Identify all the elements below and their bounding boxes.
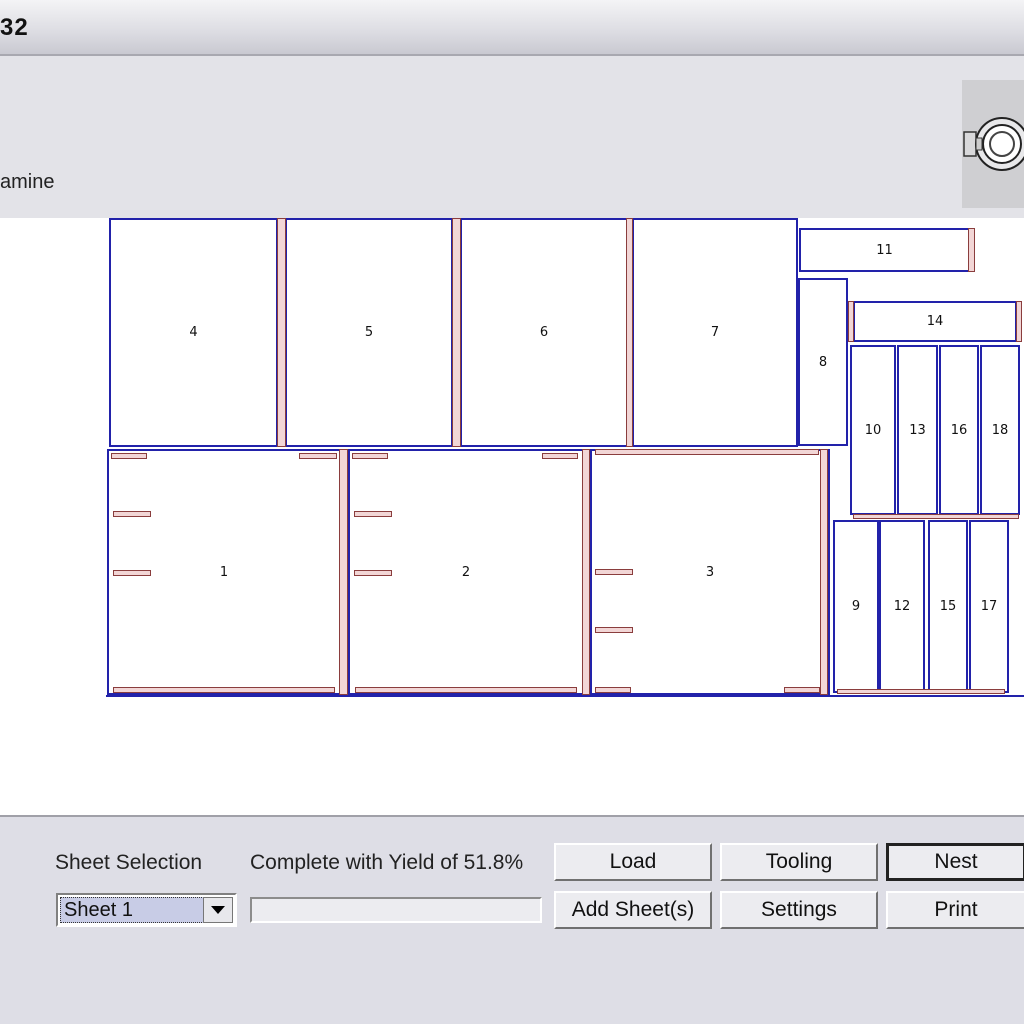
edge-band [820,449,828,695]
edge-band [354,511,392,517]
edge-band [113,687,335,693]
edge-band [113,511,151,517]
edge-band [277,218,286,447]
sheet-select[interactable]: Sheet 1 [56,893,237,927]
nest-part-14[interactable]: 14 [853,301,1017,342]
nest-part-7[interactable]: 7 [632,218,798,447]
round-logo-icon [962,80,1024,208]
nest-part-12[interactable]: 12 [879,520,925,693]
progress-bar [250,897,542,923]
edge-band [853,514,1019,519]
sheet-select-value: Sheet 1 [60,897,204,923]
nest-part-17[interactable]: 17 [969,520,1009,693]
nest-part-4[interactable]: 4 [109,218,278,447]
edge-band [784,687,820,693]
print-button[interactable]: Print [886,891,1024,929]
edge-band [1016,301,1022,342]
nest-part-9[interactable]: 9 [833,520,879,693]
sheet-outline [106,695,1024,697]
edge-band [595,627,633,633]
nest-part-6[interactable]: 6 [460,218,628,447]
nest-button[interactable]: Nest [886,843,1024,881]
nest-part-15[interactable]: 15 [928,520,968,693]
edge-band [542,453,578,459]
edge-band [299,453,337,459]
title-bar: 32 [0,0,1024,56]
edge-band [595,569,633,575]
sheet-selection-label: Sheet Selection [55,851,203,874]
nest-part-5[interactable]: 5 [285,218,453,447]
window-title: 32 [0,14,29,41]
nest-part-16[interactable]: 16 [939,345,979,515]
material-label: amine [0,171,55,193]
edge-band [354,570,392,576]
edge-band [837,689,1005,694]
chevron-down-icon[interactable] [203,897,233,923]
load-button[interactable]: Load [554,843,712,881]
edge-band [452,218,461,447]
status-text: Complete with Yield of 51.8% [250,851,524,874]
tooling-button[interactable]: Tooling [720,843,878,881]
edge-band [968,228,975,272]
add-sheets-button[interactable]: Add Sheet(s) [554,891,712,929]
nest-part-10[interactable]: 10 [850,345,896,515]
edge-band [352,453,388,459]
header-panel [0,56,1024,218]
edge-band [848,301,854,342]
edge-band [111,453,147,459]
nest-part-11[interactable]: 11 [799,228,970,272]
edge-band [582,449,590,695]
edge-band [595,449,819,455]
nest-canvas[interactable]: 4 5 6 7 1 2 3 11 8 14 10 13 16 18 9 12 1… [0,218,1024,815]
edge-band [595,687,631,693]
settings-button[interactable]: Settings [720,891,878,929]
edge-band [113,570,151,576]
nest-part-18[interactable]: 18 [980,345,1020,515]
nest-part-13[interactable]: 13 [897,345,938,515]
edge-band [355,687,577,693]
nest-part-8[interactable]: 8 [798,278,848,446]
edge-band [339,449,348,695]
edge-band [626,218,633,447]
